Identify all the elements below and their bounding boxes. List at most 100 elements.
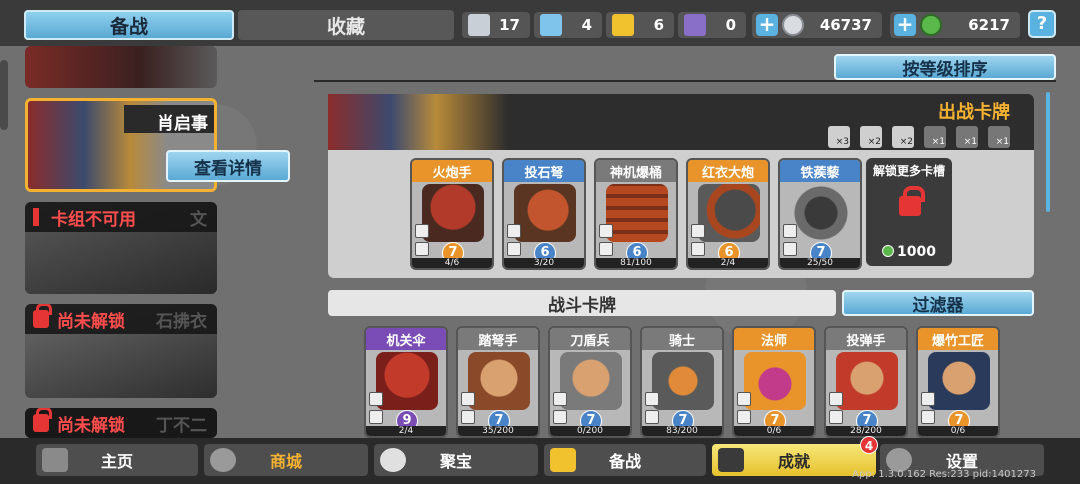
deck-card-4[interactable]: 红衣大炮 6 2/4 — [686, 158, 770, 270]
card-progress: 28/200 — [826, 426, 906, 436]
card-progress: 2/4 — [688, 258, 768, 268]
card-art — [928, 352, 990, 410]
deck-card-3[interactable]: 神机爆桶 6 81/100 — [594, 158, 678, 270]
deck-locked-2[interactable]: 尚未解锁 丁不二 — [25, 408, 217, 438]
deck-locked-1[interactable]: 尚未解锁 石拂衣 — [25, 304, 217, 398]
view-details-button[interactable]: 查看详情 — [166, 150, 290, 182]
tab-prepare[interactable]: 备战 — [24, 10, 234, 40]
unlock-cost: 1000 — [866, 244, 952, 260]
battle-cards-header: 战斗卡牌 — [328, 290, 836, 316]
unlock-slot-title: 解锁更多卡槽 — [872, 164, 945, 178]
unlock-cost-value: 1000 — [897, 244, 936, 260]
tab-collection[interactable]: 收藏 — [238, 10, 454, 40]
deck-warning-text: 卡组不可用 — [51, 209, 136, 230]
type-icon — [553, 392, 567, 406]
card-progress: 4/6 — [412, 258, 492, 268]
card-art — [468, 352, 530, 410]
type-icon — [415, 242, 429, 256]
lock-icon — [899, 186, 925, 216]
deck-partial-top[interactable] — [25, 46, 217, 88]
silver-coin-icon — [782, 14, 804, 36]
battle-card-5[interactable]: 法师 7 0/6 — [732, 326, 816, 438]
slot-indicator: ×2 — [892, 126, 914, 148]
resource-silver-ticket[interactable]: 17 — [462, 12, 530, 38]
card-art — [560, 352, 622, 410]
type-icon — [369, 392, 383, 406]
card-name: 法师 — [734, 328, 814, 350]
type-icon — [829, 410, 843, 424]
help-button[interactable]: ? — [1028, 10, 1056, 38]
card-name: 投弹手 — [826, 328, 906, 350]
card-progress: 0/200 — [550, 426, 630, 436]
deck-locked-text: 尚未解锁 — [57, 311, 125, 332]
treasure-icon — [380, 448, 406, 472]
deck-card-5[interactable]: 铁蒺藜 7 25/50 — [778, 158, 862, 270]
battle-card-2[interactable]: 踏弩手 7 35/200 — [456, 326, 540, 438]
panel-header: 出战卡牌 ×3 ×2 ×2 ×1 ×1 ×1 — [328, 94, 1034, 150]
slot-indicator: ×1 — [988, 126, 1010, 148]
nav-home[interactable]: 主页 — [36, 444, 198, 476]
deck-locked-bar: 尚未解锁 石拂衣 — [25, 304, 217, 334]
type-icon — [461, 392, 475, 406]
type-icon — [691, 224, 705, 238]
add-silver-button[interactable]: + — [756, 14, 778, 36]
deck-ghost-name: 文 — [190, 209, 207, 230]
card-progress: 0/6 — [918, 426, 998, 436]
add-gems-button[interactable]: + — [894, 14, 916, 36]
deck-card-2[interactable]: 投石弩 6 3/20 — [502, 158, 586, 270]
hero-portrait — [25, 46, 217, 88]
deck-card-1[interactable]: 火炮手 7 4/6 — [410, 158, 494, 270]
nav-shop[interactable]: 商城 — [204, 444, 368, 476]
filter-button[interactable]: 过滤器 — [842, 290, 1034, 316]
type-icon — [921, 410, 935, 424]
card-art — [744, 352, 806, 410]
card-art — [514, 184, 576, 242]
sort-by-level-button[interactable]: 按等级排序 — [834, 54, 1056, 80]
home-icon — [42, 448, 68, 472]
resource-purple-ticket[interactable]: 0 — [678, 12, 746, 38]
deck-unavailable[interactable]: 卡组不可用 文 — [25, 202, 217, 294]
hero-banner — [328, 94, 508, 150]
resource-silver-coin: + 46737 — [752, 12, 882, 38]
card-name: 铁蒺藜 — [780, 160, 860, 182]
card-progress: 2/4 — [366, 426, 446, 436]
battle-card-4[interactable]: 骑士 7 83/200 — [640, 326, 724, 438]
deck-ghost-name: 丁不二 — [156, 415, 207, 436]
resource-value: 4 — [581, 16, 592, 34]
card-progress: 35/200 — [458, 426, 538, 436]
battle-card-1[interactable]: 机关伞 9 2/4 — [364, 326, 448, 438]
card-art — [836, 352, 898, 410]
type-icon — [507, 224, 521, 238]
nav-treasure[interactable]: 聚宝 — [374, 444, 538, 476]
silver-value: 46737 — [819, 16, 872, 34]
card-name: 火炮手 — [412, 160, 492, 182]
gems-value: 6217 — [968, 16, 1010, 34]
resource-blue-crystal[interactable]: 4 — [534, 12, 602, 38]
silver-ticket-icon — [468, 14, 490, 36]
type-icon — [921, 392, 935, 406]
card-name: 刀盾兵 — [550, 328, 630, 350]
battle-card-7[interactable]: 爆竹工匠 7 0/6 — [916, 326, 1000, 438]
card-name: 骑士 — [642, 328, 722, 350]
resource-value: 0 — [725, 16, 736, 34]
unlock-slot-button[interactable]: 解锁更多卡槽 1000 — [866, 158, 952, 266]
battle-card-3[interactable]: 刀盾兵 7 0/200 — [548, 326, 632, 438]
card-name: 红衣大炮 — [688, 160, 768, 182]
type-icon — [783, 242, 797, 256]
divider — [314, 80, 1056, 82]
card-art — [422, 184, 484, 242]
slot-indicator: ×2 — [860, 126, 882, 148]
shop-icon — [210, 448, 236, 472]
type-icon — [691, 242, 705, 256]
nav-prepare[interactable]: 备战 — [544, 444, 706, 476]
vertical-scrollbar[interactable] — [1046, 92, 1050, 212]
lock-icon — [33, 408, 52, 432]
battle-card-6[interactable]: 投弹手 7 28/200 — [824, 326, 908, 438]
card-progress: 81/100 — [596, 258, 676, 268]
resource-gold-ticket[interactable]: 6 — [606, 12, 674, 38]
type-icon — [369, 410, 383, 424]
nav-label: 主页 — [100, 452, 133, 471]
card-progress: 25/50 — [780, 258, 860, 268]
left-scroll-handle[interactable] — [0, 60, 8, 130]
achievement-icon — [718, 448, 744, 472]
